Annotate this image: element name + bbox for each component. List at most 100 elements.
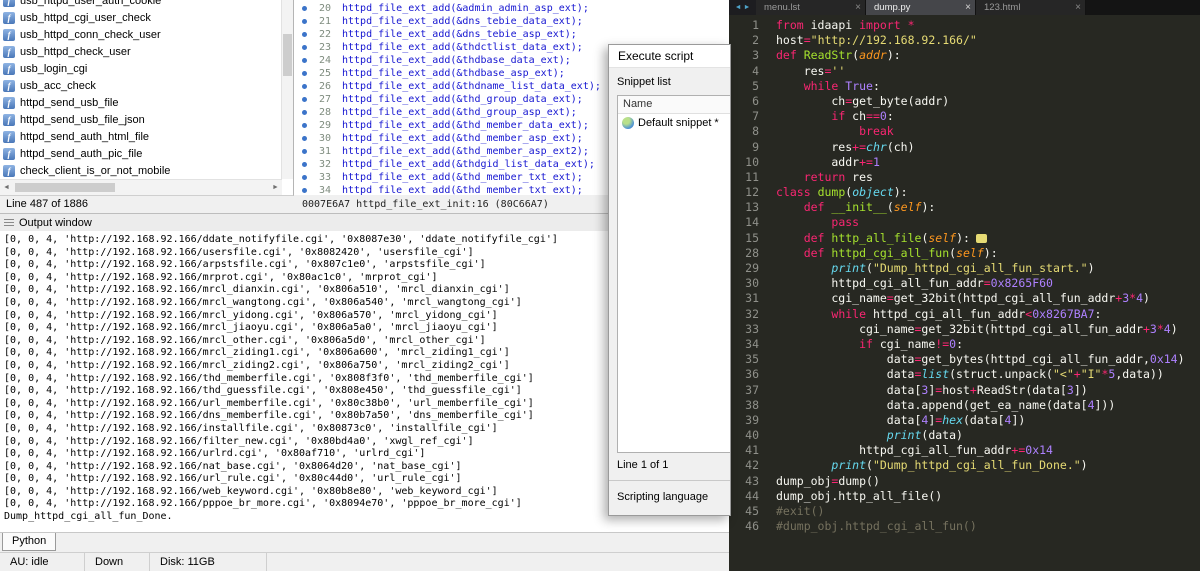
- code-line[interactable]: 12 class dump(object):: [729, 185, 1200, 200]
- breakpoint-dot-icon[interactable]: [302, 97, 307, 102]
- breakpoint-dot-icon[interactable]: [302, 110, 307, 115]
- pseudocode-text: httpd_file_ext_add(&thd_member_txt_ext);: [342, 185, 583, 195]
- breakpoint-dot-icon[interactable]: [302, 71, 307, 76]
- breakpoint-dot-icon[interactable]: [302, 149, 307, 154]
- code-text: #exit(): [776, 504, 825, 518]
- code-line[interactable]: 14 pass: [729, 215, 1200, 230]
- tab-scroll-right-icon[interactable]: ►: [744, 4, 751, 11]
- pseudocode-text: httpd_file_ext_add(&dns_tebie_data_ext);: [342, 16, 583, 27]
- code-line[interactable]: 43 dump_obj=dump(): [729, 474, 1200, 489]
- breakpoint-dot-icon[interactable]: [302, 136, 307, 141]
- tab-python[interactable]: Python: [2, 533, 57, 551]
- code-line-number: 45: [745, 504, 759, 518]
- functions-status: Line 487 of 1886: [0, 196, 300, 213]
- code-line[interactable]: 28 def httpd_cgi_all_fun(self):: [729, 246, 1200, 261]
- code-line[interactable]: 2 host="http://192.168.92.166/": [729, 33, 1200, 48]
- folded-code-icon[interactable]: [975, 233, 987, 243]
- code-line[interactable]: 11 return res: [729, 170, 1200, 185]
- code-line[interactable]: 15 def http_all_file(self):: [729, 231, 1200, 246]
- functions-horizontal-scrollbar[interactable]: ◄ ►: [0, 179, 282, 195]
- breakpoint-dot-icon[interactable]: [302, 123, 307, 128]
- code-line[interactable]: 1 from idaapi import *: [729, 18, 1200, 33]
- close-tab-icon[interactable]: ×: [1075, 2, 1081, 13]
- pseudocode-line[interactable]: 20 httpd_file_ext_add(&admin_admin_asp_ex…: [294, 2, 729, 15]
- status-bar: AU: idle Down Disk: 11GB: [0, 552, 729, 571]
- snippet-listbox: Name Default snippet *: [617, 95, 730, 453]
- code-line[interactable]: 46 #dump_obj.httpd_cgi_all_fun(): [729, 519, 1200, 534]
- editor-tab-123.html[interactable]: 123.html ×: [976, 0, 1086, 15]
- code-line[interactable]: 13 def __init__(self):: [729, 200, 1200, 215]
- breakpoint-dot-icon[interactable]: [302, 58, 307, 63]
- code-line[interactable]: 44 dump_obj.http_all_file(): [729, 489, 1200, 504]
- hscrollbar-thumb[interactable]: [15, 183, 115, 192]
- function-list-item[interactable]: f usb_httpd_user_auth_cookie: [0, 0, 293, 9]
- code-line-number: 42: [745, 458, 759, 473]
- function-list-item[interactable]: f usb_httpd_conn_check_user: [0, 26, 293, 43]
- scroll-right-icon[interactable]: ►: [269, 184, 282, 191]
- function-list-item[interactable]: f check_client_is_or_not_mobile: [0, 162, 293, 179]
- breakpoint-dot-icon[interactable]: [302, 19, 307, 24]
- code-text: print(data): [886, 428, 963, 443]
- close-tab-icon[interactable]: ×: [965, 2, 971, 13]
- breakpoint-dot-icon[interactable]: [302, 188, 307, 193]
- function-list-item[interactable]: f httpd_send_usb_file: [0, 94, 293, 111]
- pseudocode-text: httpd_file_ext_add(&thd_group_data_ext);: [342, 94, 583, 105]
- snippet-column-header[interactable]: Name: [618, 96, 730, 114]
- code-text: def ReadStr(addr):: [776, 48, 901, 63]
- scroll-left-icon[interactable]: ◄: [0, 184, 13, 191]
- breakpoint-dot-icon[interactable]: [302, 6, 307, 11]
- code-line[interactable]: 42 print("Dump_httpd_cgi_all_fun_Done."): [729, 458, 1200, 473]
- function-list-item[interactable]: f httpd_send_auth_html_file: [0, 128, 293, 145]
- code-line[interactable]: 33 cgi_name=get_32bit(httpd_cgi_all_fun_…: [729, 322, 1200, 337]
- code-line[interactable]: 29 print("Dump_httpd_cgi_all_fun_start."…: [729, 261, 1200, 276]
- close-tab-icon[interactable]: ×: [855, 2, 861, 13]
- editor-code[interactable]: 1 from idaapi import * 2 host="http://192.1…: [729, 15, 1200, 571]
- pseudocode-line-number: 27: [318, 94, 331, 105]
- code-line[interactable]: 45 #exit(): [729, 504, 1200, 519]
- function-icon: f: [3, 45, 15, 58]
- dialog-title[interactable]: Execute script: [609, 45, 730, 68]
- editor-tab-menu.lst[interactable]: menu.lst ×: [756, 0, 866, 15]
- code-line[interactable]: 40 print(data): [729, 428, 1200, 443]
- function-list-item[interactable]: f httpd_send_usb_file_json: [0, 111, 293, 128]
- editor-tab-dump.py[interactable]: dump.py ×: [866, 0, 976, 15]
- vscrollbar-thumb[interactable]: [283, 34, 292, 76]
- code-line[interactable]: 3 def ReadStr(addr):: [729, 48, 1200, 63]
- breakpoint-dot-icon[interactable]: [302, 84, 307, 89]
- function-list-item[interactable]: f usb_acc_check: [0, 77, 293, 94]
- code-line[interactable]: 36 data=list(struct.unpack("<"+"I"*5,dat…: [729, 367, 1200, 382]
- function-list-item[interactable]: f usb_httpd_cgi_user_check: [0, 9, 293, 26]
- pseudocode-line[interactable]: 21 httpd_file_ext_add(&dns_tebie_data_ext…: [294, 15, 729, 28]
- breakpoint-dot-icon[interactable]: [302, 175, 307, 180]
- code-line[interactable]: 31 cgi_name=get_32bit(httpd_cgi_all_fun_…: [729, 291, 1200, 306]
- code-line[interactable]: 30 httpd_cgi_all_fun_addr=0x8265F60: [729, 276, 1200, 291]
- code-line[interactable]: 32 while httpd_cgi_all_fun_addr<0x8267BA…: [729, 307, 1200, 322]
- code-line[interactable]: 41 httpd_cgi_all_fun_addr+=0x14: [729, 443, 1200, 458]
- code-line-number: 7: [752, 109, 759, 124]
- code-line[interactable]: 5 while True:: [729, 79, 1200, 94]
- code-line[interactable]: 10 addr+=1: [729, 155, 1200, 170]
- tab-scroll-left-icon[interactable]: ◄: [735, 4, 742, 11]
- pseudocode-line[interactable]: 22 httpd_file_ext_add(&dns_tebie_asp_ext)…: [294, 28, 729, 41]
- code-line[interactable]: 37 data[3]=host+ReadStr(data[3]): [729, 383, 1200, 398]
- code-line[interactable]: 34 if cgi_name!=0:: [729, 337, 1200, 352]
- code-line[interactable]: 38 data.append(get_ea_name(data[4])): [729, 398, 1200, 413]
- breakpoint-dot-icon[interactable]: [302, 162, 307, 167]
- code-line[interactable]: 4 res='': [729, 64, 1200, 79]
- snippet-item[interactable]: Default snippet *: [618, 114, 730, 131]
- function-list-item[interactable]: f usb_httpd_check_user: [0, 43, 293, 60]
- code-line[interactable]: 6 ch=get_byte(addr): [729, 94, 1200, 109]
- breakpoint-dot-icon[interactable]: [302, 32, 307, 37]
- function-list-item[interactable]: f httpd_send_auth_pic_file: [0, 145, 293, 162]
- code-line[interactable]: 35 data=get_bytes(httpd_cgi_all_fun_addr…: [729, 352, 1200, 367]
- code-line[interactable]: 8 break: [729, 124, 1200, 139]
- editor-tabs: menu.lst × dump.py × 123.html ×: [756, 0, 1200, 15]
- code-text: data=get_bytes(httpd_cgi_all_fun_addr,0x…: [776, 352, 1185, 367]
- code-line[interactable]: 7 if ch==0:: [729, 109, 1200, 124]
- function-list-item[interactable]: f usb_login_cgi: [0, 60, 293, 77]
- code-text: def http_all_file(self):: [776, 231, 987, 246]
- code-line[interactable]: 39 data[4]=hex(data[4]): [729, 413, 1200, 428]
- breakpoint-dot-icon[interactable]: [302, 45, 307, 50]
- code-line[interactable]: 9 res+=chr(ch): [729, 140, 1200, 155]
- functions-vertical-scrollbar[interactable]: [281, 0, 293, 179]
